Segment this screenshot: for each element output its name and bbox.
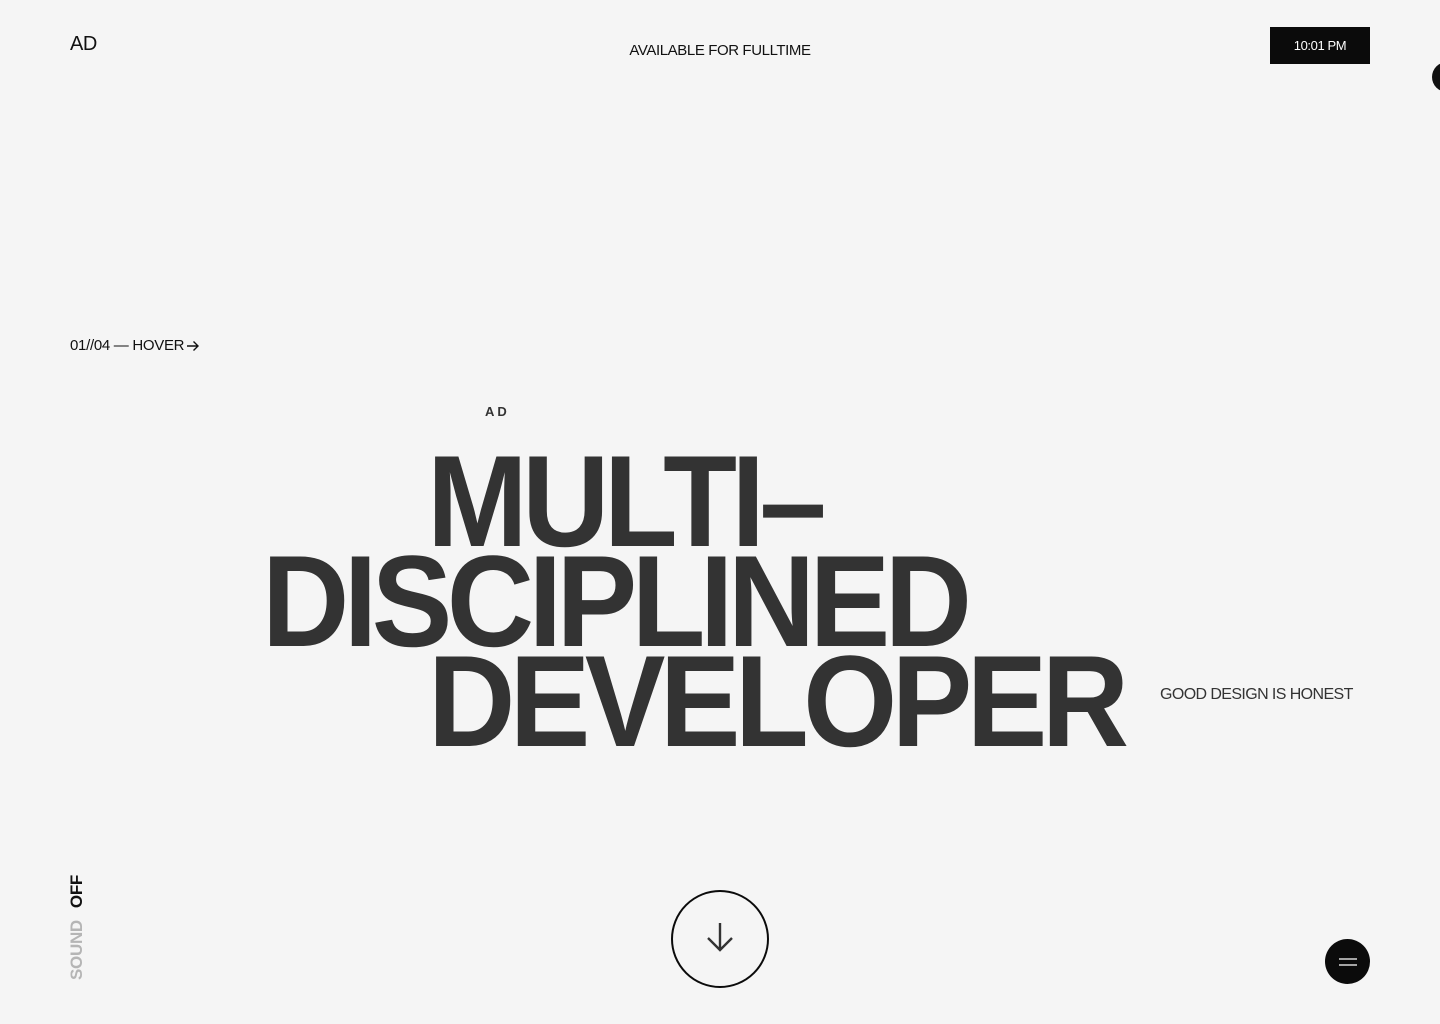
headline-line-1: MULTI–	[427, 428, 827, 574]
hamburger-menu-icon	[1338, 953, 1357, 971]
headline-line-2: DISCIPLINED	[262, 528, 972, 674]
slide-counter[interactable]: 01//04 — HOVER	[70, 337, 200, 354]
arrow-down-icon	[704, 920, 736, 959]
availability-status: AVAILABLE FOR FULLTIME	[629, 42, 811, 59]
arrow-right-icon	[186, 339, 200, 353]
tagline: GOOD DESIGN IS HONEST	[1160, 686, 1353, 703]
hero-mini-label: AD	[485, 404, 510, 419]
sound-state: OFF	[67, 875, 86, 909]
page: AD AVAILABLE FOR FULLTIME 10:01 PM 01//0…	[0, 0, 1440, 1024]
cursor-dot	[1432, 62, 1440, 92]
hero-headline: MULTI– DISCIPLINED DEVELOPER	[0, 0, 1440, 1024]
scroll-down-button[interactable]	[671, 890, 769, 988]
slide-counter-label: 01//04 — HOVER	[70, 337, 185, 354]
sound-toggle[interactable]: SOUND OFF	[67, 875, 87, 980]
headline-line-3: DEVELOPER	[428, 628, 1129, 774]
clock-time: 10:01 PM	[1293, 38, 1347, 53]
sound-label: SOUND	[67, 920, 86, 980]
menu-button[interactable]	[1325, 939, 1370, 984]
clock-badge: 10:01 PM	[1270, 27, 1370, 64]
